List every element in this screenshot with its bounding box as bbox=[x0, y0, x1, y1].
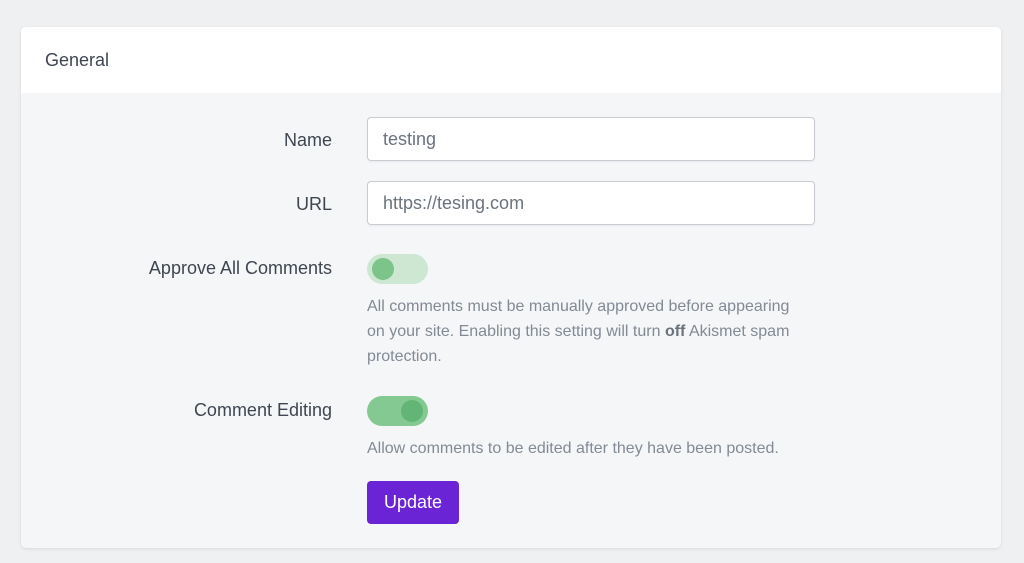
approve-all-comments-toggle[interactable] bbox=[367, 254, 428, 284]
comment-editing-help: Allow comments to be edited after they h… bbox=[367, 440, 779, 457]
comment-editing-label: Comment Editing bbox=[193, 400, 332, 420]
approve-all-comments-help: All comments must be manually approved b… bbox=[367, 294, 807, 369]
name-label: Name bbox=[283, 130, 332, 150]
toggle-knob bbox=[401, 400, 423, 422]
url-label: URL bbox=[295, 194, 332, 214]
comment-editing-toggle[interactable] bbox=[367, 396, 428, 426]
toggle-knob bbox=[372, 258, 394, 280]
name-input[interactable] bbox=[367, 117, 815, 161]
general-settings-card: General Name URL Approve All Comments Al… bbox=[21, 27, 1001, 548]
approve-help-bold: off bbox=[664, 323, 686, 340]
update-button[interactable]: Update bbox=[367, 481, 459, 524]
section-title: General bbox=[45, 49, 110, 70]
card-header: General bbox=[21, 27, 1001, 93]
url-input[interactable] bbox=[367, 181, 815, 225]
approve-all-comments-label: Approve All Comments bbox=[148, 258, 332, 278]
